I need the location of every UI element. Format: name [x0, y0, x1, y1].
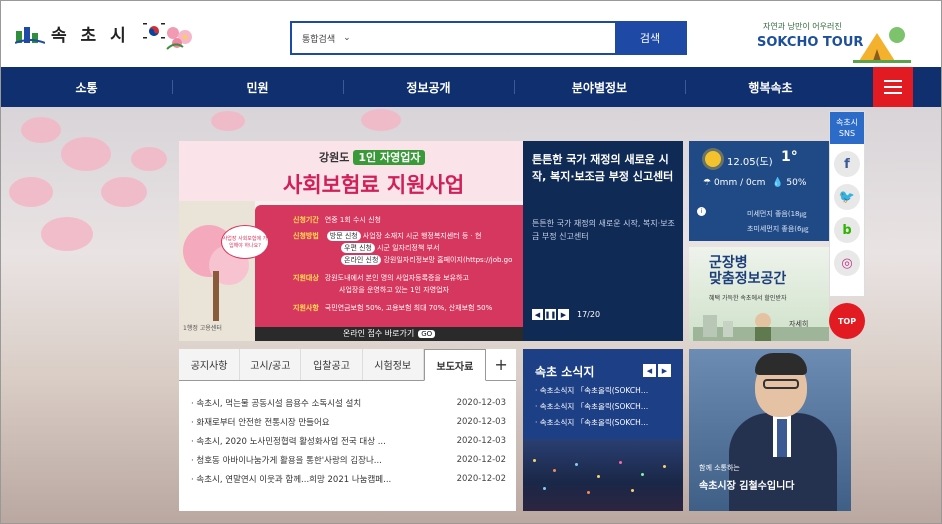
- tour-title: SOKCHO TOUR: [757, 35, 864, 50]
- night-city-image: [523, 439, 683, 511]
- list-item[interactable]: · 속초시, 먹는물 공동시설 음용수 소독시설 설치 2020-12-03: [191, 393, 506, 412]
- weather-date: 12.05(도): [727, 157, 773, 168]
- list-item[interactable]: · 화재로부터 안전한 전통시장 만들어요 2020-12-03: [191, 412, 506, 431]
- prev-arrow-icon[interactable]: ◀: [532, 309, 543, 320]
- nav-item-info-disclosure[interactable]: 정보공개: [343, 67, 514, 107]
- mayor-glasses: [763, 379, 799, 389]
- mayor-tie: [777, 419, 787, 457]
- umbrella-icon: ☂: [703, 178, 712, 188]
- online-apply-link[interactable]: 온라인 접수 바로가기 GO: [255, 327, 523, 341]
- next-arrow-icon[interactable]: ▶: [658, 364, 671, 377]
- instagram-icon[interactable]: ◎: [834, 250, 860, 276]
- main-promo-banner[interactable]: 강원도 1인 자영업자 사회보험료 지원사업 1행정 고용센터 신청기간 연중 1회…: [179, 141, 523, 341]
- banner-chip: 1인 자영업자: [353, 150, 426, 165]
- banner-details: 신청기간 연중 1회 수시 신청 신청방법 방문 신청 사업장 소재지 시군 행정복지…: [255, 205, 523, 327]
- flower-decoration-icon: [166, 27, 192, 50]
- city-logo-icon: [15, 26, 45, 44]
- chevron-down-icon: ⌄: [343, 33, 351, 43]
- news-page-counter: 17/20: [577, 310, 601, 319]
- tab-exams[interactable]: 시험정보: [362, 349, 424, 380]
- nav-item-happy-sokcho[interactable]: 행복속초: [685, 67, 856, 107]
- nav-item-civil-affairs[interactable]: 민원: [172, 67, 343, 107]
- military-info-banner[interactable]: 군장병 맞춤정보공간 혜택 가득한 속초에서 할인받자 자세히: [689, 247, 829, 341]
- hamburger-menu-button[interactable]: [873, 67, 913, 107]
- tab-notices[interactable]: 공지사항: [179, 349, 241, 380]
- list-item[interactable]: · 속초소식지 「속초올릭(SOKCH…: [535, 401, 679, 417]
- list-item[interactable]: · 청호동 아바이나눔가게 활용을 통한'사랑의 김장나... 2020-12-0…: [191, 450, 506, 469]
- news-controls: ◀ ❚❚ ▶ 17/20: [532, 309, 600, 320]
- next-arrow-icon[interactable]: ▶: [558, 309, 569, 320]
- tour-tagline: 자연과 낭만이 어우러진: [763, 22, 842, 31]
- weather-widget[interactable]: 12.05(도) 1° ☂ 0mm / 0cm 💧 50% i 미세먼지 좋음(…: [689, 141, 829, 241]
- tab-press[interactable]: 보도자료: [423, 349, 487, 381]
- tab-announcements[interactable]: 고시/공고: [240, 349, 302, 380]
- military-more-link[interactable]: 자세히: [789, 319, 808, 329]
- tree-illustration: [179, 201, 255, 341]
- humidity-icon: 💧: [772, 178, 784, 188]
- prev-arrow-icon[interactable]: ◀: [643, 364, 656, 377]
- tent-illustration-icon: [853, 27, 911, 63]
- soldier-illustration-icon: [693, 313, 829, 341]
- search-scope-label: 통합검색: [302, 34, 336, 45]
- speech-bubble: 사업장 사회보험에 가입해야 하나요?: [221, 225, 269, 259]
- list-item[interactable]: · 속초시, 2020 노사민정협력 활성화사업 전국 대상 ... 2020-1…: [191, 431, 506, 450]
- list-item[interactable]: · 속초소식지 「속초올릭(SOKCH…: [535, 417, 679, 433]
- tab-bids[interactable]: 입찰공고: [301, 349, 363, 380]
- scroll-top-button[interactable]: TOP: [829, 303, 865, 339]
- tree-icon: [183, 225, 249, 321]
- more-plus-icon[interactable]: +: [486, 349, 517, 380]
- notice-tabs: 공지사항 고시/공고 입찰공고 시험정보 보도자료 +: [179, 349, 517, 381]
- sokcho-tour-banner[interactable]: 자연과 낭만이 어우러진 SOKCHO TOUR: [753, 15, 913, 63]
- go-button[interactable]: GO: [418, 330, 436, 338]
- fine-dust: 미세먼지 좋음(18㎍: [747, 210, 807, 218]
- notice-board: 공지사항 고시/공고 입찰공고 시험정보 보도자료 + · 속초시, 먹는물 공…: [179, 349, 517, 511]
- mayor-name: 속초시장 김철수입니다: [699, 481, 795, 492]
- logo[interactable]: 속 초 시: [15, 21, 130, 46]
- sokcho-newsletter[interactable]: 속초 소식지 ◀ ▶ · 속초소식지 「속초올릭(SOKCH… · 속초소식지 …: [523, 349, 683, 511]
- page-frame: 속 초 시 통합검색 ⌄ 검색 자연과 낭만이 어우러진 SOKCHO TOUR: [0, 0, 942, 524]
- news-title: 튼튼한 국가 재정의 새로운 시작, 복지·보조금 부정 신고센터: [532, 153, 674, 183]
- search-button[interactable]: 검색: [615, 23, 685, 53]
- news-panel[interactable]: 튼튼한 국가 재정의 새로운 시작, 복지·보조금 부정 신고센터 튼튼한 국가…: [523, 141, 683, 341]
- facebook-icon[interactable]: f: [834, 151, 860, 177]
- nav-item-field-info[interactable]: 분야별정보: [514, 67, 685, 107]
- search-scope-select[interactable]: 통합검색 ⌄: [292, 23, 358, 53]
- notice-list: · 속초시, 먹는물 공동시설 음용수 소독시설 설치 2020-12-03 · …: [179, 381, 516, 488]
- mayor-greeting-small: 함께 소통하는: [699, 464, 740, 472]
- mayor-greeting[interactable]: 함께 소통하는 속초시장 김철수입니다: [689, 349, 851, 511]
- tree-label: 1행정 고용센터: [183, 325, 222, 332]
- news-description: 튼튼한 국가 재정의 새로운 시작, 복지·보조금 부정 신고센터: [532, 219, 675, 241]
- dust-info: 미세먼지 좋음(18㎍ 초미세먼지 좋음(6㎍: [747, 207, 809, 237]
- ultra-fine-dust: 초미세먼지 좋음(6㎍: [747, 225, 809, 233]
- sun-icon: [705, 151, 721, 167]
- sns-bar: 속초시 SNS f 🐦 b ◎: [829, 111, 865, 297]
- banner-title: 사회보험료 지원사업: [283, 173, 465, 197]
- banner-kicker: 강원도 1인 자영업자: [319, 149, 426, 165]
- weather-temp: 1°: [781, 149, 798, 165]
- hamburger-icon: [884, 80, 902, 82]
- military-subtitle: 혜택 가득한 속초에서 할인받자: [709, 295, 787, 302]
- pause-icon[interactable]: ❚❚: [545, 309, 556, 320]
- search-input[interactable]: [358, 23, 615, 53]
- search-bar: 통합검색 ⌄ 검색: [290, 21, 687, 55]
- nav-item-communication[interactable]: 소통: [1, 67, 172, 107]
- sns-title: 속초시 SNS: [830, 112, 864, 144]
- main-nav: 소통 민원 정보공개 분야별정보 행복속초: [1, 67, 941, 107]
- mayor-hair: [755, 353, 807, 375]
- header: 속 초 시 통합검색 ⌄ 검색 자연과 낭만이 어우러진 SOKCHO TOUR: [1, 1, 941, 67]
- info-icon[interactable]: i: [697, 207, 706, 216]
- military-title: 군장병 맞춤정보공간: [709, 255, 787, 287]
- city-name: 속 초 시: [51, 26, 130, 46]
- newsletter-title: 속초 소식지: [535, 365, 595, 379]
- twitter-icon[interactable]: 🐦: [834, 184, 860, 210]
- blog-icon[interactable]: b: [834, 217, 860, 243]
- list-item[interactable]: · 속초시, 연말연시 이웃과 함께...희망 2021 나눔캠페... 2020…: [191, 469, 506, 488]
- newsletter-controls: ◀ ▶: [643, 364, 671, 377]
- list-item[interactable]: · 속초소식지 「속초올릭(SOKCH…: [535, 385, 679, 401]
- newsletter-list: · 속초소식지 「속초올릭(SOKCH… · 속초소식지 「속초올릭(SOKCH…: [535, 385, 679, 433]
- weather-rain: ☂ 0mm / 0cm 💧 50%: [703, 178, 807, 188]
